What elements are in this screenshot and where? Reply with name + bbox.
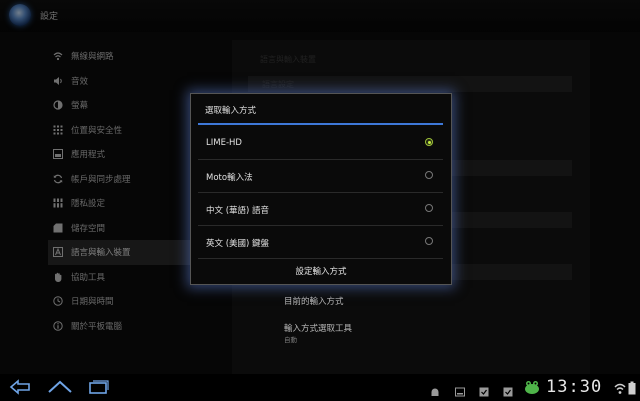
- option-label: 英文 (美國) 鍵盤: [206, 239, 270, 249]
- radio-unselected-icon[interactable]: [425, 204, 433, 212]
- frog-app-icon[interactable]: [524, 379, 540, 395]
- configure-input-methods-button[interactable]: 設定輸入方式: [191, 265, 451, 277]
- select-input-method-dialog: 選取輸入方式 LIME-HD Moto輸入法 中文 (華語) 語音 英文 (美國…: [190, 93, 452, 285]
- home-icon: [48, 380, 72, 393]
- radio-unselected-icon[interactable]: [425, 237, 433, 245]
- input-option-english-keyboard[interactable]: 英文 (美國) 鍵盤: [198, 226, 443, 259]
- dialog-title-divider: [198, 123, 443, 125]
- input-option-lime-hd[interactable]: LIME-HD: [198, 127, 443, 160]
- keyboard-icon[interactable]: [455, 382, 465, 397]
- option-label: Moto輸入法: [206, 173, 253, 183]
- input-method-selector-value: 自動: [284, 336, 297, 344]
- status-clock[interactable]: 13:30: [546, 377, 602, 397]
- system-bar: 13:30: [0, 374, 640, 400]
- current-input-method-item[interactable]: 目前的輸入方式: [284, 295, 344, 307]
- dialog-title: 選取輸入方式: [205, 106, 257, 116]
- battery-icon[interactable]: [628, 380, 636, 395]
- radio-selected-icon[interactable]: [425, 138, 433, 146]
- android-debug-icon[interactable]: [430, 382, 440, 396]
- back-button[interactable]: [8, 377, 34, 397]
- recent-apps-button[interactable]: [87, 377, 111, 397]
- option-label: LIME-HD: [206, 138, 242, 148]
- back-icon: [9, 379, 30, 395]
- recent-apps-icon: [89, 380, 109, 394]
- download-complete-icon[interactable]: [479, 382, 489, 397]
- home-button[interactable]: [47, 377, 73, 397]
- input-option-moto[interactable]: Moto輸入法: [198, 160, 443, 193]
- wifi-signal-icon[interactable]: [614, 380, 626, 394]
- input-method-selector-item[interactable]: 輸入方式選取工具: [284, 322, 352, 334]
- option-label: 中文 (華語) 語音: [206, 206, 270, 216]
- task-complete-icon[interactable]: [503, 382, 513, 397]
- radio-unselected-icon[interactable]: [425, 171, 433, 179]
- input-option-chinese-voice[interactable]: 中文 (華語) 語音: [198, 193, 443, 226]
